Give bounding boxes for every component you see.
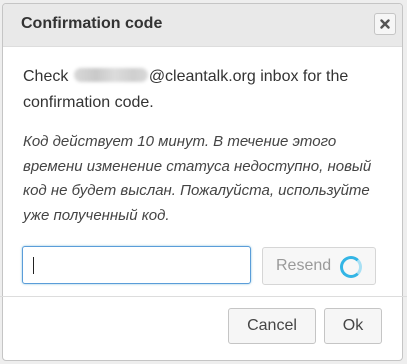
resend-button[interactable]: Resend [262, 247, 376, 285]
close-icon [380, 19, 390, 29]
confirmation-code-input[interactable] [22, 246, 251, 284]
loading-spinner-icon [340, 256, 362, 278]
dialog-title: Confirmation code [21, 15, 163, 32]
text-caret [33, 257, 34, 274]
ok-button[interactable]: Ok [324, 308, 382, 344]
message-prefix: Check [23, 68, 69, 85]
dialog-note: Код действует 10 минут. В течение этого … [23, 133, 372, 224]
dialog-message: Check @cleantalk.org inbox for the confi… [23, 64, 388, 116]
message-suffix: @cleantalk.org inbox for the confirmatio… [23, 68, 349, 111]
close-button[interactable] [374, 13, 396, 35]
footer-divider [0, 296, 407, 297]
dialog-titlebar: Confirmation code [3, 4, 402, 47]
redacted-email-user [73, 68, 148, 82]
resend-label: Resend [276, 257, 332, 274]
cancel-button[interactable]: Cancel [228, 308, 316, 344]
